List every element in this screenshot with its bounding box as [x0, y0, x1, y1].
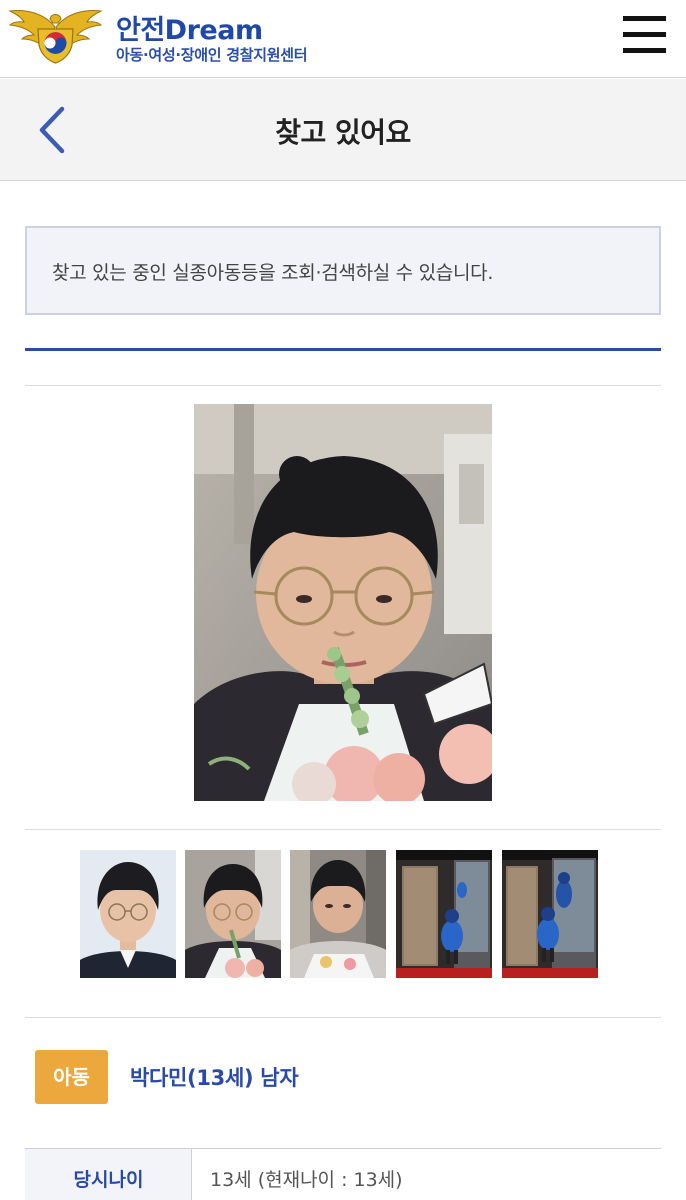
divider — [25, 1017, 661, 1018]
thumbnail-portrait-flowers[interactable] — [185, 850, 281, 978]
brand-subtitle: 아동·여성·장애인 경찰지원센터 — [116, 46, 308, 64]
section-divider — [25, 348, 661, 351]
thumbnail-id-photo[interactable] — [80, 850, 176, 978]
notice-box: 찾고 있는 중인 실종아동등을 조회·검색하실 수 있습니다. — [25, 226, 661, 315]
brand-title[interactable]: 안전Dream — [116, 8, 263, 47]
thumbnail-cctv-1[interactable] — [396, 850, 492, 978]
divider — [25, 829, 661, 830]
divider — [25, 385, 661, 386]
thumbnail-portrait-bouquet[interactable] — [290, 850, 386, 978]
hamburger-menu-icon[interactable] — [623, 14, 667, 56]
thumbnail-cctv-2[interactable] — [502, 850, 598, 978]
info-row-age: 당시나이 13세 (현재나이 : 13세) — [25, 1148, 661, 1200]
info-label-cell: 당시나이 — [25, 1149, 192, 1200]
info-value: 13세 (현재나이 : 13세) — [210, 1169, 403, 1191]
category-badge: 아동 — [35, 1050, 108, 1104]
page-title: 찾고 있어요 — [275, 116, 411, 149]
info-label: 당시나이 — [73, 1169, 144, 1191]
site-header: 안전Dream 아동·여성·장애인 경찰지원센터 — [0, 0, 686, 78]
police-emblem-icon[interactable] — [8, 5, 103, 65]
notice-text: 찾고 있는 중인 실종아동등을 조회·검색하실 수 있습니다. — [52, 262, 494, 284]
person-name: 박다민(13세) 남자 — [130, 1066, 299, 1090]
main-photo[interactable] — [194, 404, 492, 801]
page-title-bar: 찾고 있어요 — [0, 79, 686, 181]
